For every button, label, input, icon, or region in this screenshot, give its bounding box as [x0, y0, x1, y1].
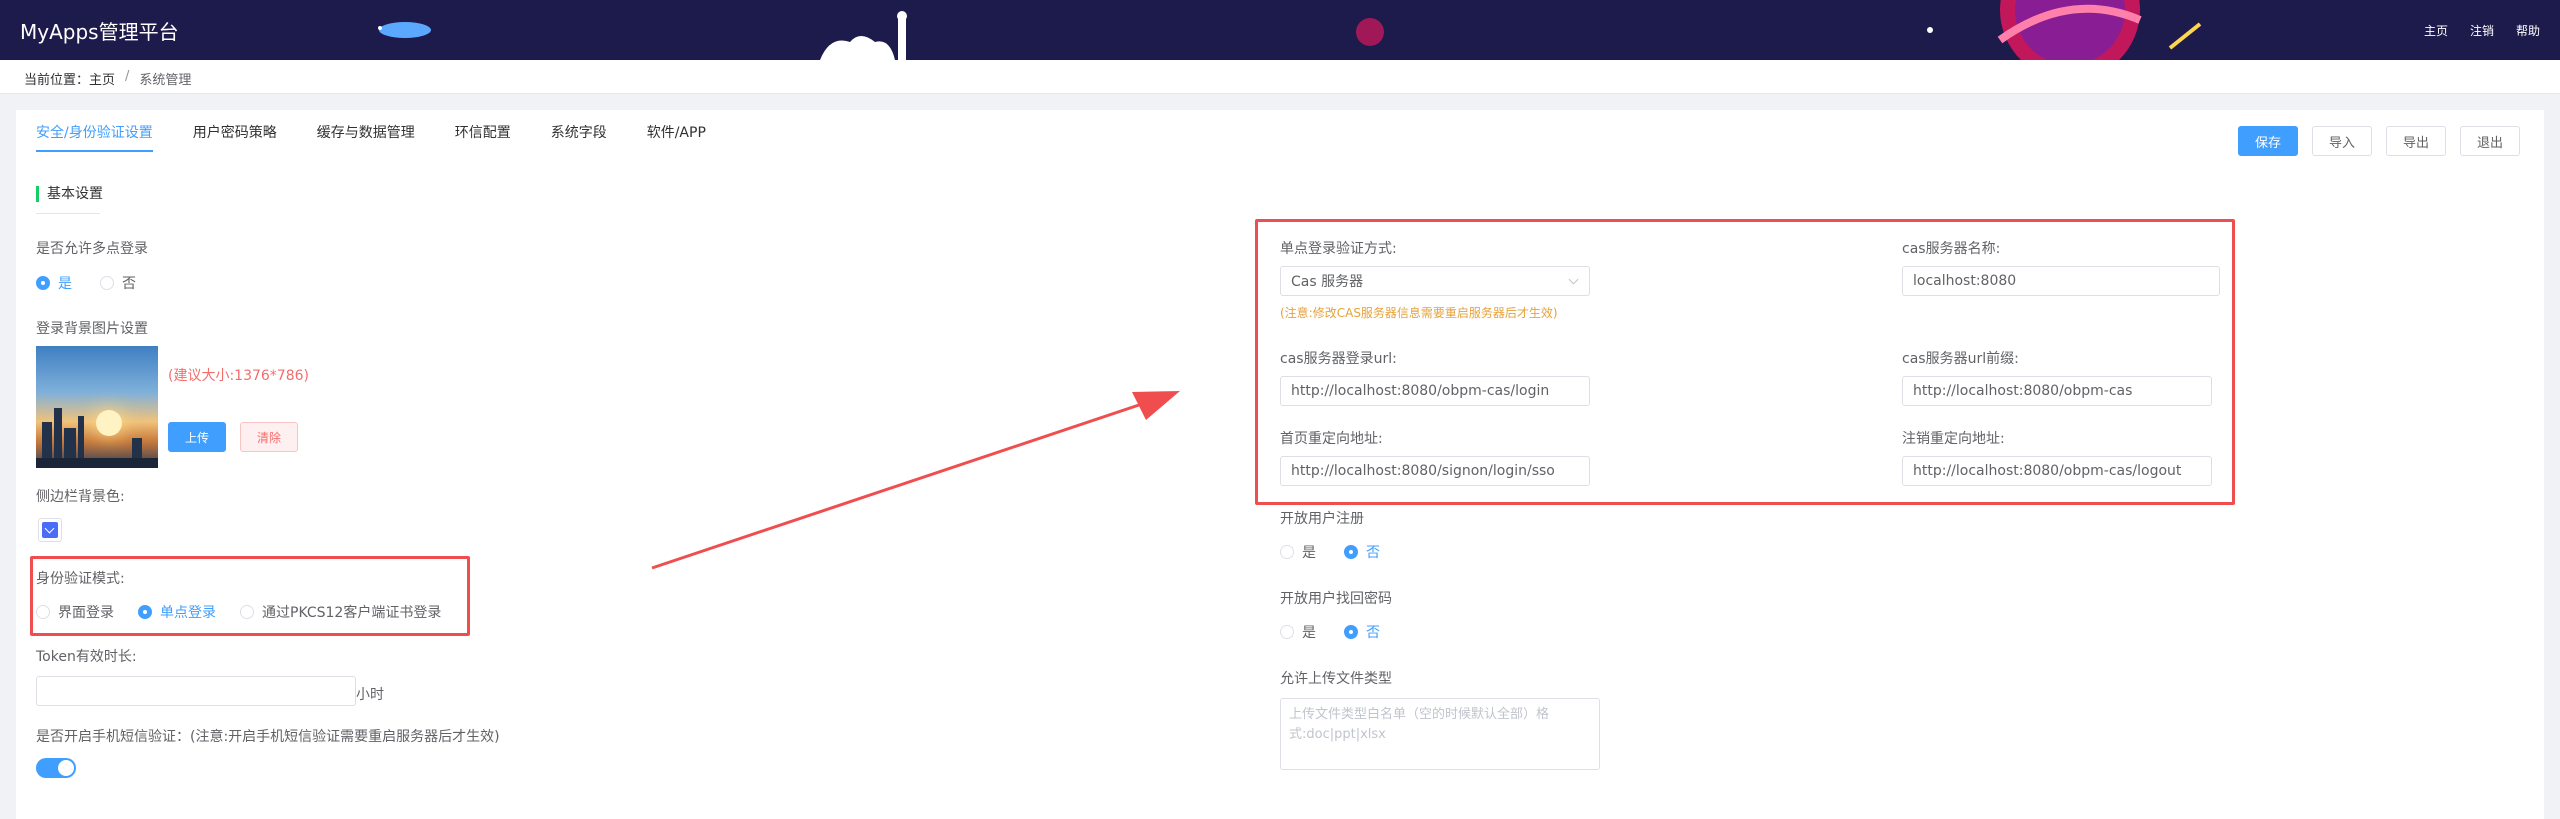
radio-label: 是 [58, 276, 72, 292]
cas-url-prefix-input[interactable]: http://localhost:8080/obpm-cas [1902, 376, 2212, 406]
auth-mode-sso-radio[interactable]: 单点登录 [138, 602, 216, 622]
multi-login-radio-group: 是 否 [36, 273, 136, 293]
app-brand: MyApps管理平台 [20, 20, 179, 44]
auth-mode-form-radio[interactable]: 界面登录 [36, 602, 114, 622]
exit-button[interactable]: 退出 [2459, 126, 2520, 156]
color-check-icon [42, 522, 58, 538]
open-register-radio-group: 是 否 [1280, 542, 1380, 562]
settings-panel: 安全/身份验证设置 用户密码策略 缓存与数据管理 环信配置 系统字段 软件/AP… [16, 110, 2544, 819]
annotation-arrow-icon [651, 391, 1180, 570]
radio-dot-icon [36, 605, 50, 619]
bg-image-size-hint: (建议大小:1376*786) [168, 368, 309, 384]
tab-system-fields[interactable]: 系统字段 [551, 122, 607, 152]
open-recover-yes-radio[interactable]: 是 [1280, 622, 1316, 642]
auth-mode-radio-group: 界面登录 单点登录 通过PKCS12客户端证书登录 [36, 602, 441, 622]
breadcrumb-current: 系统管理 [139, 73, 192, 88]
radio-dot-icon [1280, 545, 1294, 559]
radio-label: 否 [122, 276, 136, 292]
radio-dot-icon [1280, 625, 1294, 639]
radio-label: 否 [1366, 625, 1380, 641]
sidebar-color-picker[interactable] [38, 518, 62, 542]
radio-label: 是 [1302, 545, 1316, 561]
tab-security-auth[interactable]: 安全/身份验证设置 [36, 122, 153, 152]
radio-label: 是 [1302, 625, 1316, 641]
bg-image-label: 登录背景图片设置 [36, 321, 148, 337]
cas-name-input[interactable]: localhost:8080 [1902, 266, 2220, 296]
section-divider [36, 213, 100, 214]
tab-easemob-config[interactable]: 环信配置 [455, 122, 511, 152]
cas-login-url-input[interactable]: http://localhost:8080/obpm-cas/login [1280, 376, 1590, 406]
logout-redirect-input[interactable]: http://localhost:8080/obpm-cas/logout [1902, 456, 2212, 486]
upload-types-textarea[interactable]: 上传文件类型白名单（空的时候默认全部）格式:doc|ppt|xlsx [1280, 698, 1600, 770]
open-recover-no-radio[interactable]: 否 [1344, 622, 1380, 642]
radio-dot-icon [240, 605, 254, 619]
save-button[interactable]: 保存 [2237, 126, 2298, 156]
sms-verify-label: 是否开启手机短信验证：(注意:开启手机短信验证需要重启服务器后才生效) [36, 729, 500, 745]
settings-tabs: 安全/身份验证设置 用户密码策略 缓存与数据管理 环信配置 系统字段 软件/AP… [36, 122, 706, 152]
section-title-basic: 基本设置 [36, 186, 103, 202]
sso-method-select[interactable]: Cas 服务器 [1280, 266, 1590, 296]
radio-dot-icon [36, 276, 50, 290]
action-buttons: 保存 导入 导出 退出 [2237, 126, 2520, 156]
clear-button[interactable]: 清除 [240, 422, 298, 452]
sso-method-label: 单点登录验证方式: [1280, 241, 1397, 257]
tab-software-app[interactable]: 软件/APP [647, 122, 706, 152]
radio-dot-icon [138, 605, 152, 619]
breadcrumb-home[interactable]: 主页 [89, 69, 115, 88]
open-register-yes-radio[interactable]: 是 [1280, 542, 1316, 562]
radio-label: 通过PKCS12客户端证书登录 [262, 605, 442, 621]
header-illustration [378, 11, 907, 60]
radio-dot-icon [100, 276, 114, 290]
sms-verify-switch[interactable] [36, 758, 76, 778]
multi-login-yes-radio[interactable]: 是 [36, 273, 72, 293]
breadcrumb: 当前位置： 主页 / 系统管理 [24, 69, 191, 88]
tab-cache-data[interactable]: 缓存与数据管理 [317, 122, 415, 152]
logout-redirect-label: 注销重定向地址: [1902, 431, 2005, 447]
import-button[interactable]: 导入 [2311, 126, 2372, 156]
home-redirect-input[interactable]: http://localhost:8080/signon/login/sso [1280, 456, 1590, 486]
sso-method-note: (注意:修改CAS服务器信息需要重启服务器后才生效) [1280, 306, 1558, 320]
auth-mode-label: 身份验证模式: [36, 571, 125, 587]
token-unit-label: 小时 [356, 687, 384, 703]
radio-label: 单点登录 [160, 605, 216, 621]
open-recover-label: 开放用户找回密码 [1280, 591, 1392, 607]
radio-dot-icon [1344, 545, 1358, 559]
radio-dot-icon [1344, 625, 1358, 639]
planet-illustration [1356, 18, 1384, 46]
open-recover-radio-group: 是 否 [1280, 622, 1380, 642]
multi-login-no-radio[interactable]: 否 [100, 273, 136, 293]
cas-login-url-label: cas服务器登录url: [1280, 351, 1397, 367]
top-header: MyApps管理平台 主页 注销 帮助 [0, 0, 2560, 60]
upload-types-label: 允许上传文件类型 [1280, 671, 1392, 687]
breadcrumb-bar: 当前位置： 主页 / 系统管理 [0, 60, 2560, 94]
open-register-label: 开放用户注册 [1280, 511, 1364, 527]
bg-image-preview [36, 346, 158, 468]
home-redirect-label: 首页重定向地址: [1280, 431, 1383, 447]
token-label: Token有效时长: [36, 649, 137, 665]
multi-login-label: 是否允许多点登录 [36, 241, 148, 257]
sidebar-color-label: 侧边栏背景色: [36, 489, 125, 505]
radio-label: 否 [1366, 545, 1380, 561]
export-button[interactable]: 导出 [2385, 126, 2446, 156]
cas-url-prefix-label: cas服务器url前缀: [1902, 351, 2019, 367]
tab-password-policy[interactable]: 用户密码策略 [193, 122, 277, 152]
nav-logout-link[interactable]: 注销 [2470, 22, 2494, 39]
cas-name-label: cas服务器名称: [1902, 241, 2001, 257]
nav-help-link[interactable]: 帮助 [2516, 22, 2540, 39]
breadcrumb-prefix: 当前位置： [24, 73, 90, 88]
auth-mode-pkcs12-radio[interactable]: 通过PKCS12客户端证书登录 [240, 602, 441, 622]
nav-home-link[interactable]: 主页 [2424, 22, 2448, 39]
token-duration-input[interactable] [36, 676, 356, 706]
open-register-no-radio[interactable]: 否 [1344, 542, 1380, 562]
top-nav: 主页 注销 帮助 [2424, 22, 2540, 39]
radio-label: 界面登录 [58, 605, 114, 621]
upload-button[interactable]: 上传 [168, 422, 226, 452]
galaxy-illustration [1927, 0, 2202, 60]
breadcrumb-separator: / [125, 69, 130, 84]
